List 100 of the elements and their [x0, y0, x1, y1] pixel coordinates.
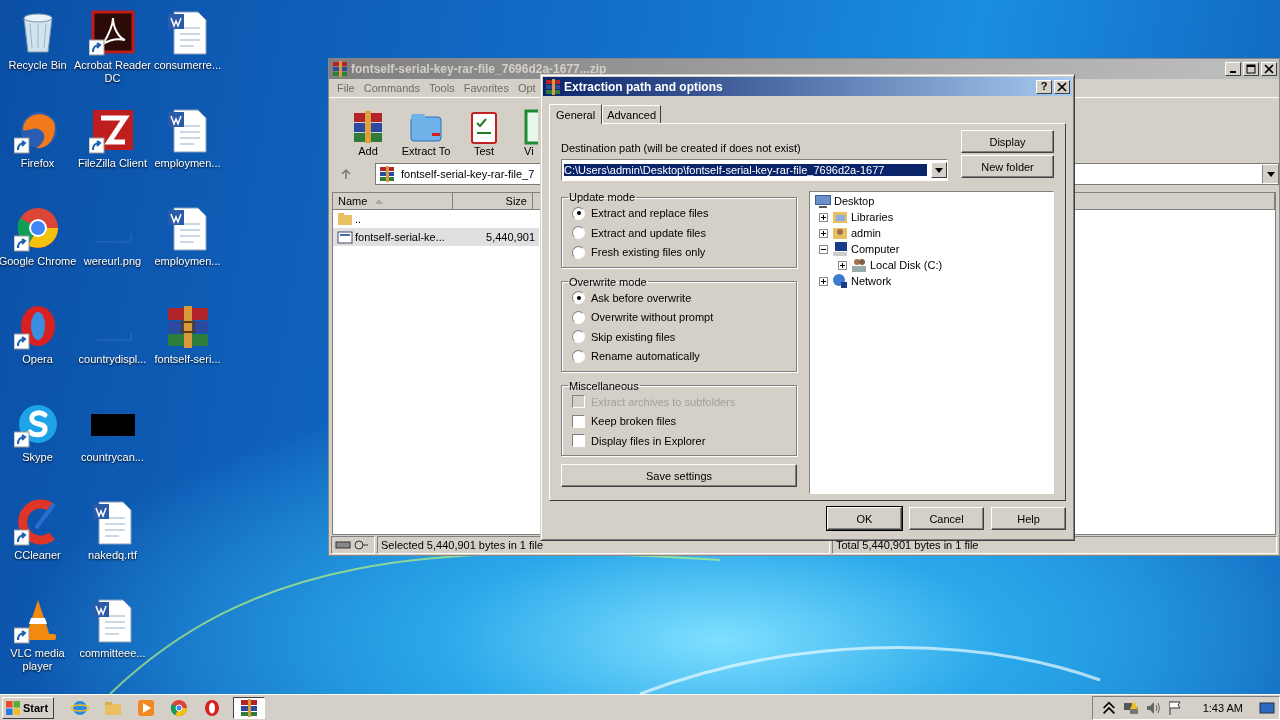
- tab[interactable]: Advanced: [602, 105, 662, 123]
- radio-option[interactable]: Overwrite without prompt: [572, 309, 796, 326]
- show-desktop-icon[interactable]: [1259, 699, 1275, 716]
- dialog-button[interactable]: OK: [827, 507, 902, 530]
- drive-key-icon: [335, 539, 369, 551]
- radio-option[interactable]: Fresh existing files only: [572, 244, 796, 261]
- desktop-icon-label: committeee...: [78, 647, 147, 660]
- dialog-button[interactable]: New folder: [961, 155, 1054, 178]
- archive-books-icon: [332, 61, 348, 77]
- menu-item[interactable]: Opt: [517, 82, 536, 94]
- maximize-icon: [1246, 64, 1256, 74]
- desktop-icon-label: Google Chrome: [0, 255, 78, 268]
- tab[interactable]: General: [549, 104, 603, 124]
- field-label: Destination path (will be created if does not exist): [561, 142, 802, 154]
- window-title: fontself-serial-key-rar-file_7696d2a-1677...zip: [351, 62, 607, 76]
- network-icon[interactable]: [1122, 699, 1139, 716]
- radio-option[interactable]: Ask before overwrite: [572, 289, 796, 306]
- archive-books-icon: [240, 698, 258, 717]
- minimize-icon: [1230, 71, 1236, 73]
- desktop-icon-label: Acrobat Reader DC: [72, 59, 152, 85]
- chevron-up-icon[interactable]: [1100, 699, 1117, 716]
- toolbar-button[interactable]: Test: [457, 109, 511, 160]
- tree-item[interactable]: Local Disk (C:): [851, 257, 945, 273]
- disk-icon: [851, 257, 867, 273]
- taskbar-app-button[interactable]: [233, 696, 265, 719]
- ring-logo-icon: [170, 698, 188, 717]
- radio-option[interactable]: Extract and replace files: [572, 205, 796, 222]
- toolbar-button[interactable]: Add: [341, 109, 395, 160]
- tree-item[interactable]: Computer: [832, 241, 902, 257]
- desktop-icon-label: fontself-seri...: [153, 353, 222, 366]
- globe-icon: [71, 698, 89, 717]
- expander-icon[interactable]: [838, 260, 847, 270]
- network-globe-icon: [832, 273, 848, 289]
- user-folder-icon: [832, 225, 848, 241]
- caret-icon: [935, 167, 943, 173]
- pdf-app-icon[interactable]: [88, 8, 137, 56]
- dialog-button[interactable]: Help: [991, 507, 1066, 530]
- toolbar-button[interactable]: Vi: [515, 109, 538, 160]
- radio-option[interactable]: Rename automatically: [572, 348, 796, 365]
- close-button[interactable]: [1261, 62, 1277, 76]
- start-button[interactable]: Start: [2, 696, 54, 719]
- minimize-button[interactable]: [1225, 62, 1241, 76]
- desktop-icon-label: nakedq.rtf: [87, 549, 138, 562]
- archive-file-icon: [337, 229, 353, 245]
- sort-icon: [375, 198, 384, 204]
- folder-icon: [832, 209, 848, 225]
- radio-option[interactable]: Skip existing files: [572, 328, 796, 345]
- monitor-icon: [815, 193, 831, 209]
- desktop-icon-label: CCleaner: [13, 549, 62, 562]
- computer-icon: [832, 241, 848, 257]
- flag-icon[interactable]: [1166, 699, 1183, 716]
- expander-icon[interactable]: [819, 228, 828, 238]
- oval-logo-icon: [203, 698, 221, 717]
- desktop-icon-label: Skype: [21, 451, 54, 464]
- column-header[interactable]: Size: [453, 193, 533, 210]
- toolbar-button[interactable]: Extract To: [399, 109, 453, 160]
- up-arrow-icon: [340, 168, 352, 180]
- close-button[interactable]: [1054, 79, 1070, 94]
- expander-icon[interactable]: [819, 276, 828, 286]
- checkbox-option[interactable]: Keep broken files: [572, 413, 796, 430]
- help-button[interactable]: ?: [1036, 79, 1052, 94]
- group-title: Overwrite mode: [568, 275, 648, 288]
- desktop-icon-label: Opera: [21, 353, 54, 366]
- close-icon: [1057, 81, 1067, 92]
- file-row[interactable]: ..: [333, 210, 539, 228]
- windows-logo-icon: [5, 699, 21, 716]
- folder-icon: [337, 211, 353, 227]
- tree-item[interactable]: admin: [832, 225, 883, 241]
- save-settings-button[interactable]: Save settings: [561, 464, 797, 487]
- desktop-icon-label: countrydispl...: [77, 353, 148, 366]
- tree-item[interactable]: Network: [832, 273, 894, 289]
- file-row[interactable]: fontself-serial-ke... 5,440,901: [333, 228, 539, 246]
- tree-item[interactable]: Desktop: [815, 193, 1050, 209]
- checkbox-option[interactable]: Display files in Explorer: [572, 432, 796, 449]
- dialog-button[interactable]: Cancel: [909, 507, 984, 530]
- menu-item[interactable]: Favorites: [463, 82, 509, 94]
- dialog-button[interactable]: Display: [961, 130, 1054, 153]
- menu-item[interactable]: Tools: [429, 82, 455, 94]
- destination-path-field[interactable]: C:\Users\admin\Desktop\fontself-serial-key-rar-file_7696d2a-1677: [561, 159, 948, 181]
- expander-icon[interactable]: [819, 244, 828, 254]
- desktop-icon-label: employmen...: [153, 255, 222, 268]
- desktop-icon-label: Firefox: [19, 157, 56, 170]
- archive-books-icon: [379, 166, 395, 182]
- play-icon: [137, 698, 155, 717]
- desktop-icon-label: FileZilla Client: [76, 157, 149, 170]
- dialog-title: Extraction path and options: [564, 79, 724, 94]
- expander-icon[interactable]: [819, 212, 828, 222]
- caret-icon: [1266, 171, 1275, 177]
- desktop-icon-label: employmen...: [153, 157, 222, 170]
- maximize-button[interactable]: [1243, 62, 1259, 76]
- close-icon: [1264, 64, 1274, 74]
- clock[interactable]: 1:43 AM: [1202, 701, 1243, 714]
- group-title: Miscellaneous: [568, 379, 640, 392]
- desktop-icon-label: VLC media player: [9, 647, 66, 673]
- radio-option[interactable]: Extract and update files: [572, 224, 796, 241]
- tree-item[interactable]: Libraries: [832, 209, 896, 225]
- desktop-icon-label: countrycan...: [80, 451, 145, 464]
- menu-item[interactable]: Commands: [363, 82, 420, 94]
- archive-books-icon: [545, 78, 561, 95]
- column-header[interactable]: Name: [333, 193, 453, 210]
